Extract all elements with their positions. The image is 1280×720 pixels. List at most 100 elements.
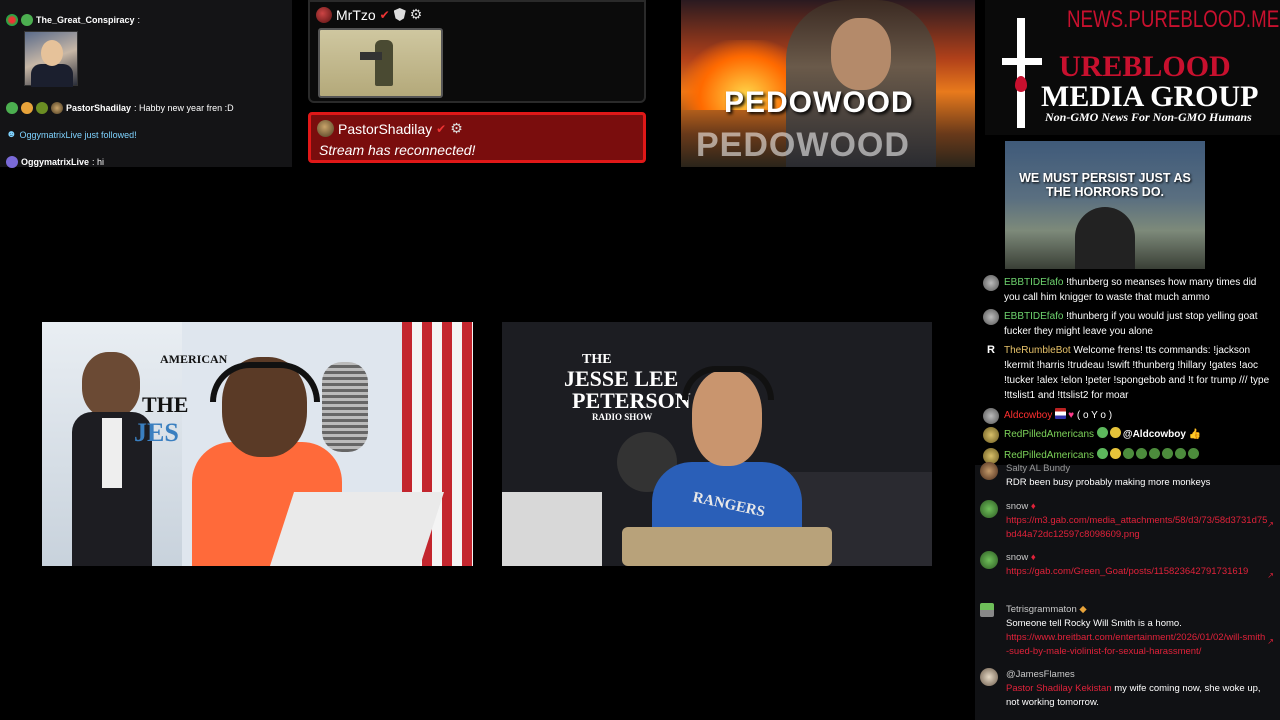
show-logo-text: THE [142, 392, 189, 417]
thumbs-up-icon: 👍 [1188, 429, 1202, 440]
follower-alert: MrTzo ✔ ⚙ [308, 0, 646, 103]
pepe-emote-icon [1135, 448, 1147, 459]
chat-username[interactable]: RedPilledAmericans [1004, 429, 1094, 440]
logo-line1: UREBLOOD [1059, 50, 1231, 83]
persist-text: WE MUST PERSIST JUST AS THE HORRORS DO. [1019, 171, 1191, 199]
logo-tagline: Non-GMO News For Non-GMO Humans [1045, 110, 1252, 124]
video-feed-right: THE JESSE LEE PETERSON RADIO SHOW RANGER… [502, 322, 932, 566]
alert-message: Stream has reconnected! [319, 142, 476, 158]
avatar [980, 603, 994, 617]
show-logo-text: PETERSON [572, 388, 691, 413]
chat-message: : Habby new year fren :D [134, 103, 234, 113]
pepe-emote-icon [1187, 448, 1199, 459]
us-flag-icon [1055, 408, 1067, 419]
banner-title: PEDOWOOD [724, 86, 914, 119]
badge-icon: ♦ [1030, 552, 1036, 563]
logo-url: NEWS.PUREBLOOD.MEDIA [1067, 6, 1280, 33]
chat-line: OggymatrixLive : hi [6, 156, 104, 168]
avatar [983, 275, 999, 291]
persist-image: WE MUST PERSIST JUST AS THE HORRORS DO. [1005, 141, 1205, 269]
person-icon: ☻ [6, 129, 17, 140]
chat-separator: : [137, 15, 141, 25]
show-logo-text: AMERICAN [160, 352, 228, 366]
chat-username[interactable]: OggymatrixLive [21, 157, 89, 167]
video-feed-left: AMERICAN THE JES [42, 322, 473, 566]
avatar [317, 120, 334, 137]
badge-icon: ◆ [1079, 604, 1087, 615]
chat-username[interactable]: snow ♦ [1006, 551, 1268, 565]
gear-icon[interactable]: ⚙ [410, 6, 423, 23]
alert-animation [318, 28, 443, 98]
chat-username[interactable]: The_Great_Conspiracy [36, 15, 135, 25]
external-link-icon[interactable]: ↗ [1267, 635, 1274, 649]
chat-link[interactable]: https://gab.com/Green_Goat/posts/1158236… [1006, 565, 1268, 579]
show-logo-text: JES [134, 418, 179, 447]
badge-icon [21, 102, 33, 114]
chat-line: The_Great_Conspiracy : [6, 14, 140, 26]
heart-icon: ♥ [1068, 410, 1075, 421]
verified-icon: ✔ [436, 121, 447, 136]
pepe-emote-icon [1122, 448, 1134, 459]
badge-icon [6, 14, 18, 26]
chat-line: PastorShadilay : Habby new year fren :D [6, 102, 234, 114]
chat-text: RDR been busy probably making more monke… [1006, 477, 1211, 488]
avatar [980, 551, 998, 569]
avatar [6, 156, 18, 168]
chat-username[interactable]: TheRumbleBot [1004, 345, 1071, 356]
verified-icon: ✔ [379, 7, 390, 22]
avatar [983, 309, 999, 325]
stream-overlay: The_Great_Conspiracy : PastorShadilay : … [0, 0, 1280, 720]
badge-icon [1109, 427, 1121, 438]
alert-username: PastorShadilay [338, 120, 433, 137]
badge-icon [6, 102, 18, 114]
banner-image: PEDOWOOD PEDOWOOD [681, 0, 975, 167]
chat-username[interactable]: Aldcowboy [1004, 410, 1052, 421]
badge-icon [21, 14, 33, 26]
chat-username[interactable]: EBBTIDEfafo [1004, 311, 1063, 322]
avatar [980, 500, 998, 518]
chat-message: : hi [92, 157, 105, 167]
pepe-emote-icon [1148, 448, 1160, 459]
badge-icon [1096, 427, 1108, 438]
chat-text: Someone tell Rocky Will Smith is a homo. [1006, 618, 1182, 629]
chat-username[interactable]: PastorShadilay [66, 103, 131, 113]
avatar [980, 462, 998, 480]
external-link-icon[interactable]: ↗ [1267, 569, 1274, 583]
follow-text: OggymatrixLive just followed! [19, 129, 137, 140]
shield-icon [393, 8, 406, 21]
chat-username[interactable]: RedPilledAmericans [1004, 450, 1094, 461]
pepe-emote-icon [1174, 448, 1186, 459]
chat-username[interactable]: Salty AL Bundy [1006, 462, 1268, 476]
badge-icon [1096, 448, 1108, 459]
pepe-emote-icon [1161, 448, 1173, 459]
blood-drop-icon [1015, 76, 1027, 92]
avatar [316, 6, 332, 23]
chat-username[interactable]: snow ♦ [1006, 500, 1268, 514]
show-logo-text: RADIO SHOW [592, 412, 653, 422]
chat-mention[interactable]: Pastor Shadilay Kekistan [1006, 683, 1112, 694]
logo-line2: MEDIA GROUP [1041, 80, 1259, 113]
banner-title-shadow: PEDOWOOD [696, 126, 910, 164]
badge-icon [36, 102, 48, 114]
avatar [980, 668, 998, 686]
badge-icon [1109, 448, 1121, 459]
chat-username[interactable]: EBBTIDEfafo [1004, 277, 1063, 288]
chat-text: @Aldcowboy [1122, 429, 1186, 440]
follow-notice: ☻ OggymatrixLive just followed! [6, 129, 137, 140]
alert-username: MrTzo [336, 6, 376, 23]
avatar [983, 427, 999, 443]
rumble-bot-icon: R [987, 344, 995, 356]
chat-link[interactable]: https://www.breitbart.com/entertainment/… [1006, 631, 1268, 659]
badge-icon: ♦ [1030, 501, 1036, 512]
top-left-chat: The_Great_Conspiracy : PastorShadilay : … [0, 0, 292, 168]
chat-text: ( o Y o ) [1076, 410, 1113, 421]
avatar [983, 408, 999, 424]
reconnect-alert: PastorShadilay ✔ ⚙ Stream has reconnecte… [308, 112, 646, 163]
gear-icon[interactable]: ⚙ [450, 120, 463, 137]
external-link-icon[interactable]: ↗ [1267, 518, 1274, 532]
chat-image-thumbnail[interactable] [24, 31, 78, 87]
chat-username[interactable]: @JamesFlames [1006, 668, 1268, 682]
chat-link[interactable]: https://m3.gab.com/media_attachments/58/… [1006, 514, 1268, 542]
chat-username[interactable]: Tetrisgrammaton ◆ [1006, 603, 1268, 617]
avatar [51, 102, 63, 114]
